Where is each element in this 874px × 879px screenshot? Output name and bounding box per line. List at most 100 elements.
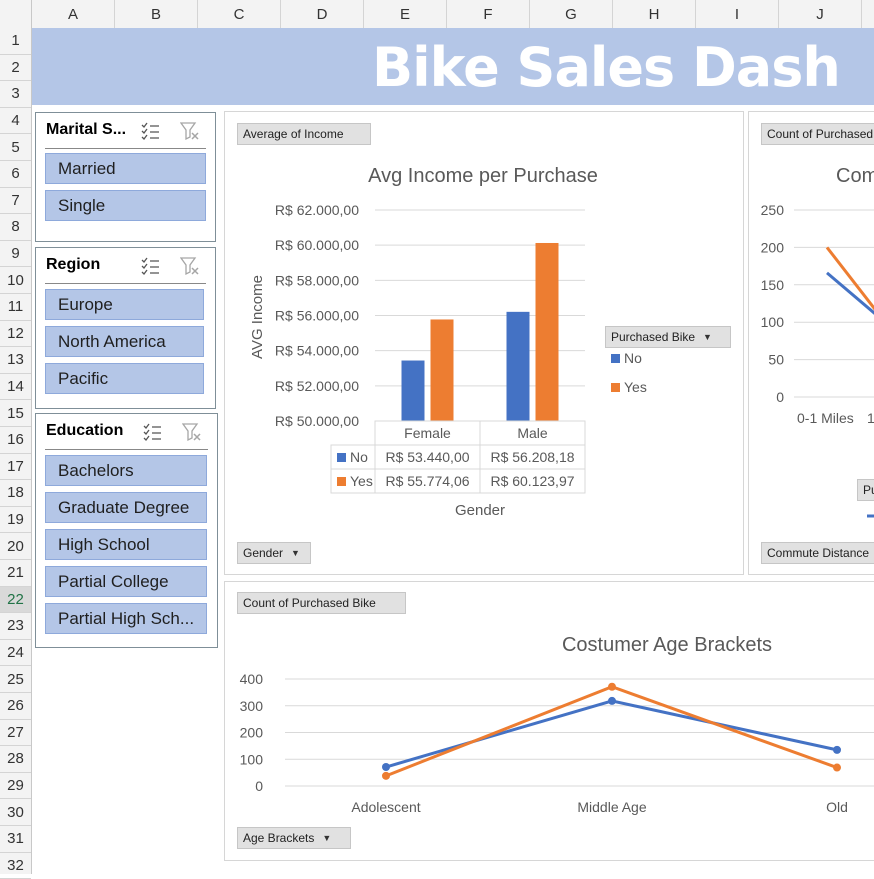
data-table-category: Female bbox=[404, 425, 451, 441]
y-tick-label: 50 bbox=[768, 352, 784, 368]
y-tick-label: R$ 62.000,00 bbox=[275, 202, 359, 218]
column-header-c[interactable]: C bbox=[198, 0, 281, 28]
y-tick-label: 300 bbox=[240, 698, 264, 714]
slicer-item-bachelors[interactable]: Bachelors bbox=[45, 455, 207, 486]
y-tick-label: R$ 60.000,00 bbox=[275, 237, 359, 253]
multi-select-icon[interactable] bbox=[140, 121, 160, 141]
column-header-e[interactable]: E bbox=[364, 0, 447, 28]
row-header-31[interactable]: 31 bbox=[0, 826, 31, 853]
slicer-item-single[interactable]: Single bbox=[45, 190, 206, 221]
y-tick-label: 400 bbox=[240, 671, 264, 687]
row-header-6[interactable]: 6 bbox=[0, 161, 31, 188]
y-tick-label: 100 bbox=[761, 314, 785, 330]
x-tick-label: Middle Age bbox=[577, 799, 646, 815]
slicer-region[interactable]: Region Europe North America Pacific bbox=[35, 247, 216, 409]
data-table-value: R$ 56.208,18 bbox=[490, 449, 574, 465]
y-tick-label: R$ 50.000,00 bbox=[275, 413, 359, 429]
bar-no-female bbox=[401, 360, 425, 421]
column-header-h[interactable]: H bbox=[613, 0, 696, 28]
y-tick-label: 200 bbox=[761, 239, 785, 255]
row-header-19[interactable]: 19 bbox=[0, 507, 31, 534]
row-header-7[interactable]: 7 bbox=[0, 188, 31, 215]
row-header-1[interactable]: 1 bbox=[0, 28, 31, 55]
commute-chart-svg: Com 250 200 150 100 50 0 0-1 Miles 1-2 bbox=[761, 165, 874, 518]
y-axis-title: AVG Income bbox=[249, 275, 266, 359]
slicer-education[interactable]: Education Bachelors Graduate Degree High… bbox=[35, 413, 218, 648]
row-header-4[interactable]: 4 bbox=[0, 108, 31, 135]
data-point bbox=[382, 771, 390, 780]
chart-age-brackets[interactable]: Count of Purchased Bike Age Brackets ▼ Co… bbox=[224, 581, 874, 861]
slicer-divider bbox=[45, 283, 206, 284]
clear-filter-icon[interactable] bbox=[182, 422, 202, 442]
slicer-item-pacific[interactable]: Pacific bbox=[45, 363, 204, 394]
age-chart-svg: Costumer Age Brackets 400 300 200 100 0 Adoles… bbox=[240, 634, 874, 815]
slicer-item-europe[interactable]: Europe bbox=[45, 289, 204, 320]
multi-select-icon[interactable] bbox=[140, 256, 160, 276]
slicer-item-partial-college[interactable]: Partial College bbox=[45, 566, 207, 597]
row-header-11[interactable]: 11 bbox=[0, 294, 31, 321]
column-header-d[interactable]: D bbox=[281, 0, 364, 28]
row-header-26[interactable]: 26 bbox=[0, 693, 31, 720]
row-header-2[interactable]: 2 bbox=[0, 55, 31, 82]
clear-filter-icon[interactable] bbox=[180, 121, 200, 141]
row-header-29[interactable]: 29 bbox=[0, 773, 31, 800]
row-header-20[interactable]: 20 bbox=[0, 533, 31, 560]
row-header-16[interactable]: 16 bbox=[0, 427, 31, 454]
row-header-13[interactable]: 13 bbox=[0, 347, 31, 374]
slicer-item-north-america[interactable]: North America bbox=[45, 326, 204, 357]
column-header-j[interactable]: J bbox=[779, 0, 862, 28]
bar-yes-male bbox=[535, 242, 559, 421]
chart-title: Com bbox=[836, 165, 874, 187]
chart-title: Costumer Age Brackets bbox=[562, 634, 772, 656]
column-header-g[interactable]: G bbox=[530, 0, 613, 28]
row-header-10[interactable]: 10 bbox=[0, 267, 31, 294]
row-header-22[interactable]: 22 bbox=[0, 586, 31, 614]
row-header-17[interactable]: 17 bbox=[0, 454, 31, 481]
row-header-15[interactable]: 15 bbox=[0, 400, 31, 427]
x-tick-label: 0-1 Miles bbox=[797, 410, 854, 426]
y-tick-label: 0 bbox=[255, 778, 263, 794]
row-header-23[interactable]: 23 bbox=[0, 613, 31, 640]
row-header-bar: 1 2 3 4 5 6 7 8 9 10 11 12 13 14 15 16 17 18 19 20 21 22 23 24 2… bbox=[0, 28, 32, 879]
data-table-value: R$ 55.774,06 bbox=[385, 473, 469, 489]
chart-commute-distance[interactable]: Count of Purchased Bike Pu Commute Dista… bbox=[748, 111, 874, 575]
income-chart-svg: Avg Income per Purchase R$ 62.000,00 R$ 60… bbox=[249, 165, 647, 519]
slicer-marital-status[interactable]: Marital S... Married Single bbox=[35, 112, 216, 242]
row-header-3[interactable]: 3 bbox=[0, 81, 31, 108]
column-header-a[interactable]: A bbox=[32, 0, 115, 28]
series-line bbox=[385, 699, 838, 769]
row-header-14[interactable]: 14 bbox=[0, 374, 31, 401]
row-header-18[interactable]: 18 bbox=[0, 480, 31, 507]
slicer-item-married[interactable]: Married bbox=[45, 153, 206, 184]
row-header-21[interactable]: 21 bbox=[0, 560, 31, 587]
slicer-title: Education bbox=[46, 422, 124, 439]
row-header-30[interactable]: 30 bbox=[0, 799, 31, 826]
row-header-5[interactable]: 5 bbox=[0, 134, 31, 161]
row-header-8[interactable]: 8 bbox=[0, 214, 31, 241]
legend-key bbox=[611, 383, 620, 392]
column-header-b[interactable]: B bbox=[115, 0, 198, 28]
dashboard-title: Bike Sales Dash bbox=[372, 36, 841, 99]
chart-avg-income[interactable]: Average of Income Gender ▼ Purchased Bike… bbox=[224, 111, 744, 575]
clear-filter-icon[interactable] bbox=[180, 256, 200, 276]
row-header-32[interactable]: 32 bbox=[0, 853, 31, 879]
row-header-28[interactable]: 28 bbox=[0, 746, 31, 773]
row-header-25[interactable]: 25 bbox=[0, 666, 31, 693]
row-header-9[interactable]: 9 bbox=[0, 241, 31, 268]
row-header-27[interactable]: 27 bbox=[0, 720, 31, 747]
data-point bbox=[608, 682, 616, 691]
slicer-item-partial-high-school[interactable]: Partial High Sch... bbox=[45, 603, 207, 634]
x-tick-label: Old bbox=[826, 799, 848, 815]
column-header-f[interactable]: F bbox=[447, 0, 530, 28]
bar-yes-female bbox=[430, 319, 454, 421]
multi-select-icon[interactable] bbox=[142, 422, 162, 442]
x-tick-label: 1-2 bbox=[867, 410, 874, 426]
row-header-24[interactable]: 24 bbox=[0, 640, 31, 667]
y-tick-label: 150 bbox=[761, 277, 785, 293]
column-header-i[interactable]: I bbox=[696, 0, 779, 28]
data-table-legend-key bbox=[337, 477, 346, 486]
slicer-item-high-school[interactable]: High School bbox=[45, 529, 207, 560]
select-all-corner[interactable] bbox=[0, 0, 32, 28]
row-header-12[interactable]: 12 bbox=[0, 321, 31, 348]
slicer-item-graduate-degree[interactable]: Graduate Degree bbox=[45, 492, 207, 523]
